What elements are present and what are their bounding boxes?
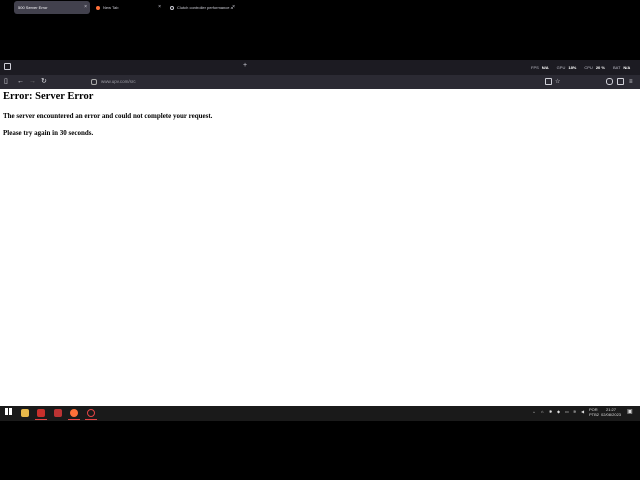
page-title: Error: Server Error: [3, 91, 94, 102]
active-indicator: [68, 419, 80, 420]
reload-button[interactable]: ↻: [41, 76, 47, 88]
language-indicator[interactable]: POR PTB2: [589, 407, 599, 417]
bluetooth-icon[interactable]: ✱: [549, 409, 552, 414]
keyboard-layout: PTB2: [589, 412, 600, 417]
retry-message: Please try again in 30 seconds.: [3, 129, 94, 137]
tab-title: 500 Server Error: [18, 5, 48, 10]
tray-overflow-icon[interactable]: ^: [533, 410, 535, 415]
cpu-label: CPU: [584, 65, 593, 70]
back-button[interactable]: ←: [17, 76, 24, 88]
tab-list-icon[interactable]: [4, 63, 11, 70]
tab-new-tab[interactable]: New Tab ×: [92, 1, 164, 14]
file-explorer-icon[interactable]: [21, 409, 29, 417]
tab-title: Clutch controller performance an: [177, 5, 233, 10]
app-icon[interactable]: [54, 409, 62, 417]
page-content: Error: Server Error The server encounter…: [0, 89, 640, 406]
app-icon[interactable]: [37, 409, 45, 417]
clock[interactable]: 21:27 02/08/2023: [601, 407, 621, 417]
tab-title: New Tab: [103, 5, 119, 10]
menu-icon[interactable]: ≡: [629, 76, 633, 88]
reader-view-icon[interactable]: [545, 78, 552, 85]
address-bar[interactable]: [87, 77, 517, 86]
bat-label: BAT: [612, 65, 621, 70]
app-icon[interactable]: [87, 409, 95, 417]
extensions-icon[interactable]: [617, 78, 624, 85]
display-icon[interactable]: ▭: [565, 409, 569, 414]
new-tab-button[interactable]: +: [243, 62, 247, 69]
url-text[interactable]: www.upv.com/src: [101, 76, 136, 87]
active-indicator: [35, 419, 47, 420]
firefox-icon[interactable]: [70, 409, 78, 417]
letterbox-bottom: [0, 421, 640, 480]
forward-button[interactable]: →: [29, 76, 36, 88]
gpu-label: GPU: [556, 65, 566, 70]
tab-server-error[interactable]: 500 Server Error ×: [14, 1, 90, 14]
gpu-value: 18%: [568, 65, 577, 70]
close-icon[interactable]: ×: [84, 4, 87, 10]
performance-overlay: FPS N/A GPU 18% CPU 20 % BAT N/A: [531, 60, 630, 75]
clock-date: 02/08/2023: [601, 412, 622, 417]
page-icon: [170, 5, 174, 10]
notification-icon[interactable]: ▣: [627, 408, 633, 415]
sidebar-icon[interactable]: ▯: [4, 76, 8, 88]
volume-icon[interactable]: ◀: [581, 409, 584, 414]
error-message: The server encountered an error and coul…: [3, 112, 213, 120]
cpu-value: 20 %: [595, 65, 605, 70]
tab-clutch[interactable]: Clutch controller performance an ×: [166, 1, 238, 14]
active-indicator: [85, 419, 97, 420]
fps-label: FPS: [531, 65, 539, 70]
site-info-icon[interactable]: [91, 79, 97, 85]
fps-value: N/A: [541, 65, 549, 70]
firefox-icon: [96, 5, 100, 10]
wifi-icon[interactable]: ≋: [573, 409, 576, 414]
shield-icon[interactable]: ◆: [557, 409, 560, 414]
bookmark-star-icon[interactable]: ☆: [555, 76, 560, 88]
bat-value: N/A: [623, 65, 631, 70]
start-icon[interactable]: [5, 408, 12, 415]
close-icon[interactable]: ×: [158, 4, 161, 10]
close-icon[interactable]: ×: [232, 4, 235, 10]
network-icon[interactable]: ⌂: [541, 409, 543, 414]
account-icon[interactable]: [606, 78, 613, 85]
